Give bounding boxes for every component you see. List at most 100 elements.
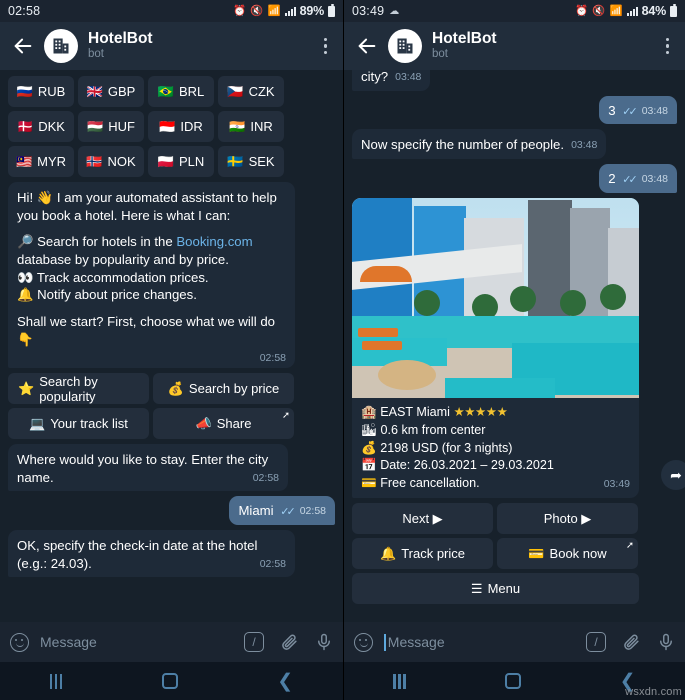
currency-button-idr[interactable]: 🇮🇩 IDR <box>148 111 214 142</box>
flag-icon-rub: 🇷🇺 <box>16 83 33 99</box>
photo-button[interactable]: Photo ▶ <box>497 503 638 535</box>
message-input[interactable]: Message <box>40 634 244 650</box>
forward-button[interactable]: ➦ <box>661 460 685 491</box>
more-options-icon[interactable] <box>320 34 332 59</box>
avatar[interactable] <box>388 29 422 63</box>
chat-subtitle: bot <box>432 48 448 61</box>
hotel-photo[interactable] <box>352 197 639 398</box>
currency-label: RUB <box>37 84 66 99</box>
battery-percent: 84% <box>641 4 667 18</box>
home-icon[interactable] <box>161 673 178 689</box>
microphone-icon[interactable] <box>657 633 675 651</box>
currency-button-dkk[interactable]: 🇩🇰 DKK <box>8 111 74 142</box>
nav-back-icon[interactable]: ❮ <box>277 672 293 691</box>
book-now-button[interactable]: 💳 Book now ➚ <box>497 538 638 570</box>
attach-icon[interactable] <box>280 633 299 652</box>
emoji-icon[interactable] <box>354 632 373 652</box>
bot-message-checkin-prompt: OK, specify the check-in date at the hot… <box>8 530 295 578</box>
intro-line-2-pre: 🔎 Search for hotels in the <box>17 234 177 250</box>
flag-icon-idr: 🇮🇩 <box>159 118 176 134</box>
status-bar-left: 02:58 ⏰ 🔇 📶 89% <box>0 0 343 22</box>
attach-icon[interactable] <box>622 633 641 652</box>
cloud-icon: ☁ <box>389 5 400 17</box>
currency-button-myr[interactable]: 🇲🇾 MYR <box>8 146 74 177</box>
currency-button-rub[interactable]: 🇷🇺 RUB <box>8 76 74 107</box>
status-clock: 03:49 <box>352 4 385 18</box>
message-row: 🏨 EAST Miami ★★★★★ 🏙 0.6 km from center … <box>352 197 685 499</box>
battery-icon <box>328 3 335 17</box>
read-receipt-icon: ✓✓ <box>280 506 296 519</box>
intro-line-5: Shall we start? First, choose what we wi… <box>17 314 275 347</box>
track-price-button[interactable]: 🔔 Track price <box>352 538 493 570</box>
currency-label: MYR <box>37 154 67 169</box>
your-track-list-button[interactable]: 💻 Your track list <box>8 408 149 439</box>
hotel-price: 2198 USD (for 3 nights) <box>380 440 513 455</box>
lounger-icon <box>362 340 402 350</box>
more-options-icon[interactable] <box>662 34 674 59</box>
intro-line-2-post: database by popularity and by price. <box>17 252 229 268</box>
lounger-icon <box>358 327 398 337</box>
menu-button[interactable]: ☰ Menu <box>352 573 639 605</box>
message-input[interactable]: Message <box>384 633 586 651</box>
currency-label: PLN <box>178 154 205 169</box>
card-icon: 💳 <box>528 545 545 561</box>
hotel-name: EAST Miami <box>380 404 450 419</box>
booking-link[interactable]: Booking.com <box>176 234 252 249</box>
currency-button-nok[interactable]: 🇳🇴 NOK <box>78 146 144 177</box>
flag-icon-myr: 🇲🇾 <box>15 153 33 169</box>
building-icon <box>397 38 413 54</box>
avatar[interactable] <box>44 29 78 63</box>
currency-button-brl[interactable]: 🇧🇷 BRL <box>148 76 214 107</box>
bell-icon: 🔔 <box>380 545 397 561</box>
currency-label: NOK <box>107 154 136 169</box>
back-icon[interactable] <box>356 35 378 57</box>
phone-screen-right: 03:49 ☁ ⏰ 🔇 📶 84% HotelBot bot city? 03:… <box>343 0 685 700</box>
recents-icon[interactable] <box>49 673 63 689</box>
text-caret <box>384 633 386 651</box>
currency-label: SEK <box>248 154 275 169</box>
alarm-icon: ⏰ <box>233 4 247 17</box>
slash-command-icon[interactable]: / <box>586 632 606 652</box>
search-by-popularity-button[interactable]: ⭐ Search by popularity <box>8 373 149 404</box>
external-link-icon: ➚ <box>626 540 634 552</box>
flag-icon-inr: 🇮🇳 <box>229 118 246 134</box>
mute-icon: 🔇 <box>592 4 606 17</box>
hotel-distance-row: 🏙 0.6 km from center <box>361 422 630 440</box>
emoji-icon[interactable] <box>10 632 29 652</box>
message-row: Now specify the number of people. 03:48 <box>352 129 677 160</box>
message-text: Now specify the number of people. <box>361 137 565 153</box>
signal-icon <box>284 6 296 16</box>
palm-tree-icon <box>560 289 586 316</box>
calendar-icon: 📅 <box>361 458 377 473</box>
currency-button-huf[interactable]: 🇭🇺 HUF <box>78 111 144 142</box>
cityscape-icon: 🏙 <box>361 422 377 437</box>
flag-icon-nok: 🇳🇴 <box>86 153 103 169</box>
home-icon[interactable] <box>504 673 521 689</box>
star-rating: ★★★★★ <box>453 404 508 419</box>
currency-button-pln[interactable]: 🇵🇱 PLN <box>148 146 214 177</box>
card-icon: 💳 <box>361 476 377 491</box>
slash-command-icon[interactable]: / <box>244 632 264 652</box>
currency-button-sek[interactable]: 🇸🇪 SEK <box>218 146 284 177</box>
share-button[interactable]: 📣 Share ➚ <box>153 408 294 439</box>
alarm-icon: ⏰ <box>575 4 589 17</box>
back-icon[interactable] <box>12 35 34 57</box>
currency-label: IDR <box>180 119 203 134</box>
chat-header-right: HotelBot bot <box>344 22 685 70</box>
search-by-price-button[interactable]: 💰 Search by price <box>153 373 294 404</box>
currency-button-gbp[interactable]: 🇬🇧 GBP <box>78 76 144 107</box>
next-button[interactable]: Next ▶ <box>352 503 493 535</box>
message-text: Miami <box>238 503 274 519</box>
currency-button-czk[interactable]: 🇨🇿 CZK <box>218 76 284 107</box>
read-receipt-icon: ✓✓ <box>622 174 638 187</box>
microphone-icon[interactable] <box>315 633 333 651</box>
battery-percent: 89% <box>299 4 325 18</box>
message-row: Where would you like to stay. Enter the … <box>8 444 335 492</box>
recents-icon[interactable] <box>393 673 406 689</box>
input-actions: / <box>244 632 333 652</box>
currency-label: HUF <box>108 119 135 134</box>
button-label: Book now <box>549 546 607 562</box>
currency-label: BRL <box>178 84 205 99</box>
currency-label: INR <box>250 119 273 134</box>
currency-button-inr[interactable]: 🇮🇳 INR <box>218 111 284 142</box>
